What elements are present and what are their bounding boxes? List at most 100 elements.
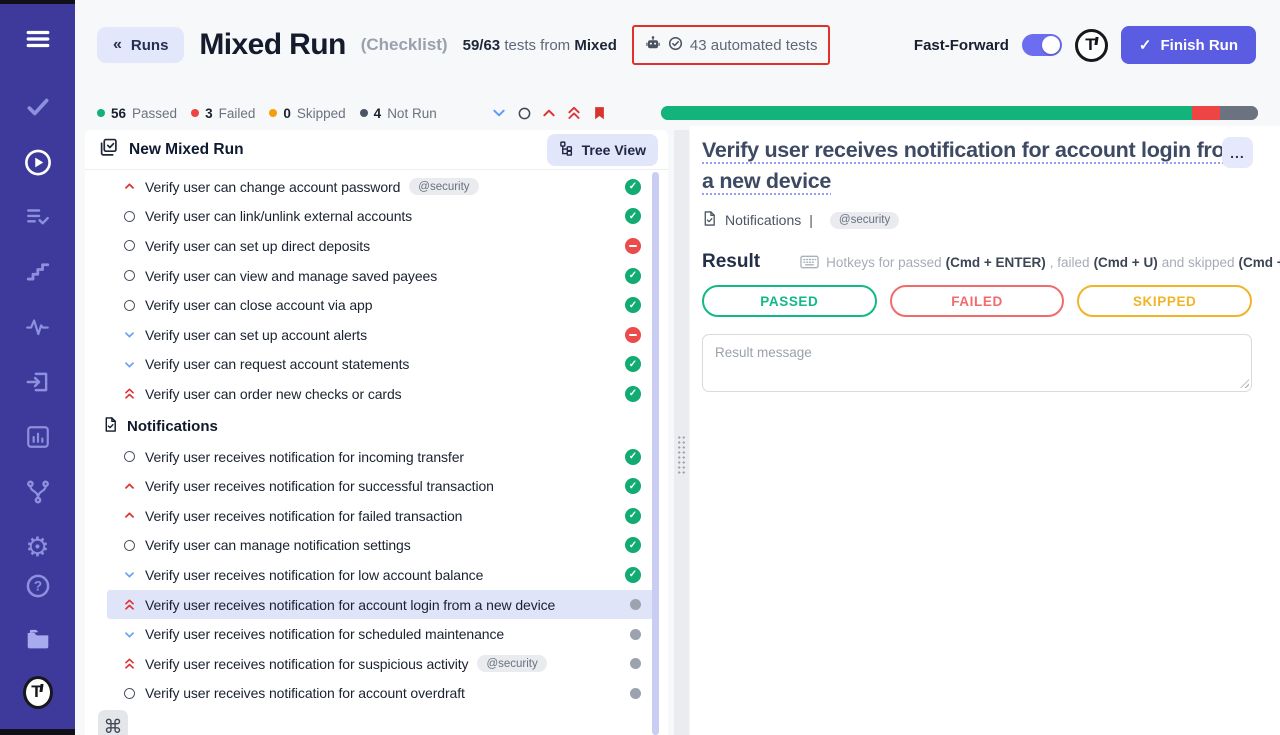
tests-check-icon[interactable] [23,92,53,122]
passed-count[interactable]: 56Passed [97,106,177,121]
chevron-up-icon [121,480,137,493]
list-item[interactable]: Verify user receives notification for in… [107,442,658,472]
failed-button[interactable]: FAILED [890,285,1065,317]
panel-resizer[interactable] [674,130,689,735]
back-to-runs-button[interactable]: « Runs [97,27,184,63]
double-chevron-up-red-icon[interactable] [566,105,583,122]
command-hotkey-button[interactable]: ⌘ [98,710,128,735]
sidebar-main-group: ⚙ [23,92,53,562]
header-left: « Runs Mixed Run (Checklist) 59/63 tests… [97,25,830,65]
list-panel-header: New Mixed Run Tree View [85,130,668,170]
list-item[interactable]: Verify user can set up account alerts [107,320,658,350]
logo-icon[interactable]: T [23,677,53,707]
security-tag-badge: @security [477,655,546,672]
progress-segment-notrun [1220,106,1258,120]
skipped-button[interactable]: SKIPPED [1077,285,1252,317]
tree-view-icon [559,141,574,159]
chevron-down-icon [121,358,137,371]
circle-icon [121,300,137,311]
breadcrumb-suite[interactable]: Notifications [725,212,801,228]
security-tag-badge[interactable]: @security [830,212,899,229]
test-title[interactable]: Verify user receives notification for ac… [702,135,1250,197]
fast-forward-label: Fast-Forward [914,37,1009,54]
file-check-icon [103,416,118,437]
list-item[interactable]: Verify user can view and manage saved pa… [107,261,658,291]
list-item[interactable]: Verify user can order new checks or card… [107,379,658,409]
menu-icon[interactable] [23,24,53,54]
list-item[interactable]: Verify user can set up direct deposits [107,231,658,261]
branches-icon[interactable] [23,477,53,507]
list-scrollbar[interactable] [652,172,659,735]
pulse-icon[interactable] [23,312,53,342]
finish-run-button[interactable]: ✓ Finish Run [1121,26,1256,64]
checklist-icon [99,138,118,162]
list-item[interactable]: Verify user receives notification for su… [107,471,658,501]
list-item[interactable]: Verify user can manage notification sett… [107,531,658,561]
list-item[interactable]: Verify user can close account via app ✓ [107,290,658,320]
list-item[interactable]: Verify user receives notification for su… [107,649,658,679]
passed-button[interactable]: PASSED [702,285,877,317]
circle-outline-icon[interactable] [516,105,533,122]
result-message-input[interactable] [702,334,1252,392]
suite-section-row[interactable]: Notifications [85,411,668,442]
list-item[interactable]: Verify user can link/unlink external acc… [107,202,658,232]
test-plans-icon[interactable] [23,202,53,232]
brand-logo[interactable]: T [1075,29,1108,62]
keyboard-icon [800,255,819,269]
analytics-icon[interactable] [23,422,53,452]
hotkey-combo: (Cmd + ENTER) [946,255,1046,270]
hotkey-combo: (Cmd + I) [1239,255,1280,270]
more-actions-button[interactable]: ... [1222,137,1253,168]
list-item[interactable]: Verify user receives notification for ac… [107,590,658,620]
bookmark-red-icon[interactable] [591,105,608,122]
list-item[interactable]: Verify user receives notification for ac… [107,679,658,709]
filter-icons [491,105,608,122]
hotkey-text: and skipped [1162,255,1235,270]
breadcrumb: Notifications | @security [702,210,1252,230]
fast-forward-toggle[interactable] [1022,34,1062,56]
tests-count-summary: 59/63 tests from Mixed [463,37,617,54]
result-header-row: Result Hotkeys for passed(Cmd + ENTER), … [702,251,1252,273]
settings-gear-icon[interactable]: ⚙ [23,532,53,562]
verdict-buttons: PASSED FAILED SKIPPED [702,285,1252,317]
failed-count[interactable]: 3Failed [191,106,255,121]
page-title: Mixed Run [199,28,345,62]
list-item[interactable]: Verify user receives notification for fa… [107,501,658,531]
automated-tests-highlight-box[interactable]: 43 automated tests [632,25,831,65]
status-icon-passed: ✓ [625,478,641,494]
import-icon[interactable] [23,367,53,397]
skipped-count[interactable]: 0Skipped [269,106,345,121]
chevron-down-blue-icon[interactable] [491,105,508,122]
passed-dot-icon [97,109,105,117]
finish-run-label: Finish Run [1161,37,1239,54]
test-detail-panel: Verify user receives notification for ac… [690,126,1280,735]
notrun-dot-icon [360,109,368,117]
hotkey-text: , failed [1050,255,1090,270]
list-item[interactable]: Verify user receives notification for lo… [107,560,658,590]
chevron-down-icon [121,568,137,581]
status-icon-failed [625,238,641,254]
list-item[interactable]: Verify user receives notification for sc… [107,619,658,649]
list-item[interactable]: Verify user can request account statemen… [107,350,658,380]
notrun-count[interactable]: 4Not Run [360,106,437,121]
run-name: New Mixed Run [129,141,244,159]
chevron-up-red-icon[interactable] [541,105,558,122]
tree-view-label: Tree View [582,142,646,158]
status-icon-passed: ✓ [625,449,641,465]
app-window: ⚙ ? T « Runs Mixed Run (Checklist) 59/63 … [0,0,1280,735]
steps-icon[interactable] [23,257,53,287]
status-icon-passed: ✓ [625,297,641,313]
projects-folder-icon[interactable] [23,624,53,654]
tree-view-button[interactable]: Tree View [547,134,658,166]
help-icon[interactable]: ? [23,571,53,601]
chevron-down-icon [121,328,137,341]
status-icon-passed: ✓ [625,179,641,195]
status-icon-notrun [630,599,641,610]
list-item[interactable]: Verify user can change account password … [107,172,658,202]
chevron-up-icon [121,509,137,522]
toggle-knob [1042,36,1060,54]
runs-play-icon[interactable] [23,147,53,177]
status-icon-passed: ✓ [625,208,641,224]
status-icon-notrun [630,658,641,669]
automated-tests-label: 43 automated tests [690,37,818,54]
